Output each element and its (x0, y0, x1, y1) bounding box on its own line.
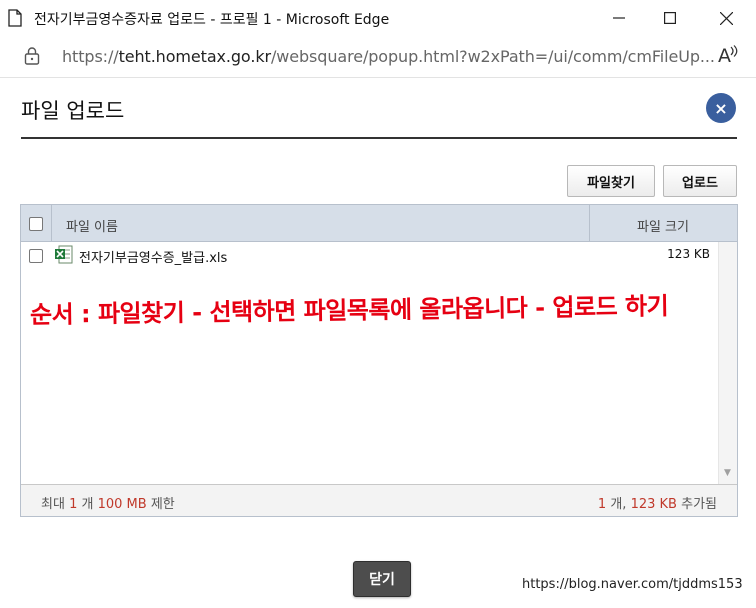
window-title: 전자기부금영수증자료 업로드 - 프로필 1 - Microsoft Edge (34, 12, 390, 28)
limit-count-unit: 개 (81, 497, 94, 512)
address-bar[interactable]: https://teht.hometax.go.kr/websquare/pop… (0, 36, 756, 78)
close-button[interactable]: 닫기 (353, 561, 411, 597)
upload-button[interactable]: 업로드 (663, 165, 737, 197)
vertical-scrollbar[interactable]: ▼ (718, 242, 737, 484)
blog-watermark: https://blog.naver.com/tjddms153 (522, 577, 743, 592)
title-divider (21, 137, 737, 139)
document-icon (8, 9, 22, 27)
window-close-button[interactable] (701, 0, 751, 36)
added-count: 1 (597, 497, 607, 512)
grid-header: 파일 이름 파일 크기 (21, 205, 737, 242)
added-count-unit: 개, (610, 497, 627, 512)
dialog-close-button[interactable]: × (706, 93, 736, 123)
maximize-icon (664, 12, 676, 24)
maximize-button[interactable] (645, 0, 695, 36)
limit-size: 100 MB (97, 497, 147, 512)
added-size: 123 KB (630, 497, 677, 512)
minimize-icon (613, 12, 625, 24)
limit-count: 1 (69, 497, 78, 512)
added-suffix: 추가됨 (681, 497, 717, 512)
column-divider (51, 205, 52, 242)
lock-icon[interactable] (24, 47, 40, 69)
minimize-button[interactable] (594, 0, 644, 36)
close-icon (719, 11, 733, 25)
scroll-down-icon[interactable]: ▼ (724, 468, 731, 478)
file-grid: 파일 이름 파일 크기 전자기부금영수증_발급.xls 123 KB ▼ 최대 … (20, 204, 738, 517)
url-path: /websquare/popup.html?w2xPath=/ui/comm/c… (270, 47, 715, 66)
row-checkbox[interactable] (29, 249, 43, 263)
file-name: 전자기부금영수증_발급.xls (79, 251, 228, 266)
url-text[interactable]: https://teht.hometax.go.kr/websquare/pop… (62, 47, 715, 66)
dialog-title: 파일 업로드 (21, 99, 125, 123)
added-files-text: 1 개, 123 KB 추가됨 (598, 493, 717, 512)
close-x-icon: × (714, 98, 728, 118)
limit-prefix: 최대 (41, 497, 65, 512)
limit-suffix: 제한 (150, 497, 175, 512)
file-size: 123 KB (667, 247, 710, 261)
column-divider (589, 205, 590, 242)
read-aloud-icon[interactable]: A (718, 45, 739, 67)
window-titlebar: 전자기부금영수증자료 업로드 - 프로필 1 - Microsoft Edge (0, 0, 756, 36)
upload-limit-text: 최대 1 개 100 MB 제한 (41, 493, 175, 512)
find-files-button[interactable]: 파일찾기 (567, 165, 655, 197)
url-scheme: https:// (62, 47, 119, 66)
excel-file-icon (54, 245, 74, 269)
url-host: teht.hometax.go.kr (118, 47, 272, 66)
column-header-name[interactable]: 파일 이름 (66, 216, 118, 235)
grid-footer: 최대 1 개 100 MB 제한 1 개, 123 KB 추가됨 (21, 484, 737, 516)
select-all-checkbox[interactable] (29, 217, 43, 231)
table-row[interactable]: 전자기부금영수증_발급.xls 123 KB (21, 245, 717, 269)
column-header-size[interactable]: 파일 크기 (637, 216, 689, 235)
